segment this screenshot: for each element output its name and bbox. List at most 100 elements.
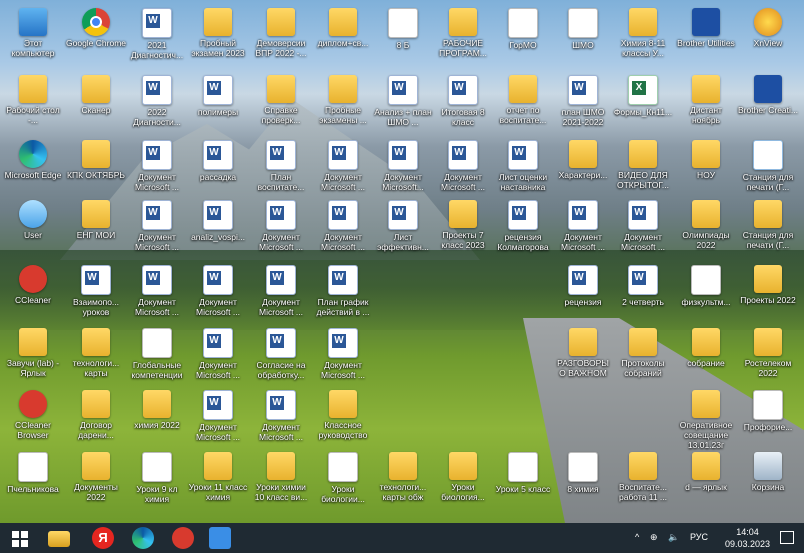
desktop-icon[interactable]: Уроки биологии... xyxy=(313,452,373,504)
desktop-icon[interactable]: Профориe... xyxy=(738,390,798,432)
desktop-icon[interactable]: Взаимопо... уроков xyxy=(66,265,126,317)
desktop-icon[interactable]: Документ Microsoft ... xyxy=(433,140,493,192)
desktop-icon[interactable]: Формы_Кн11... xyxy=(613,75,673,117)
desktop-icon[interactable]: Воспитате... работа 11 ... xyxy=(613,452,673,502)
desktop-icon[interactable]: Brother Utilities xyxy=(676,8,736,48)
desktop-icon[interactable]: НОУ xyxy=(676,140,736,180)
desktop-icon[interactable]: Документ Microsoft ... xyxy=(613,200,673,252)
desktop-icon[interactable]: User xyxy=(3,200,63,240)
desktop-icon[interactable]: Пчельникова xyxy=(3,452,63,494)
volume-icon[interactable]: 🔈 xyxy=(668,532,679,543)
desktop-icon[interactable]: CCleaner xyxy=(3,265,63,305)
desktop-icon[interactable]: собрание xyxy=(676,328,736,368)
desktop-icon[interactable]: Microsoft Edge xyxy=(3,140,63,180)
desktop-icon[interactable]: d — ярлык xyxy=(676,452,736,492)
desktop-icon[interactable]: Документ Microsoft... xyxy=(373,140,433,192)
desktop-icon[interactable]: рецензия Колмагорова xyxy=(493,200,553,252)
desktop-icon[interactable]: Уроки химии 10 класс ви... xyxy=(251,452,311,502)
desktop-icon[interactable]: ВИДЕО ДЛЯ ОТКРЫТОГ... xyxy=(613,140,673,190)
desktop-icon[interactable]: Оперативное совещание 13.01.23г xyxy=(676,390,736,450)
desktop-icon[interactable]: полимеры xyxy=(188,75,248,117)
desktop-icon[interactable]: Лист эффективн... xyxy=(373,200,433,252)
ccleaner-icon[interactable] xyxy=(172,527,194,549)
language-indicator[interactable]: РУС xyxy=(690,532,708,542)
desktop-icon[interactable]: Рабочий стол -... xyxy=(3,75,63,125)
desktop-icon[interactable]: Уроки 9 кл химия xyxy=(127,452,187,504)
desktop-icon[interactable]: Brother Creati... xyxy=(738,75,798,115)
desktop-icon[interactable]: отчет по воспитате... xyxy=(493,75,553,125)
desktop-icon[interactable]: Этот компьютер xyxy=(3,8,63,58)
desktop-icon[interactable]: Документ Microsoft ... xyxy=(553,200,613,252)
tray-chevron-icon[interactable]: ^ xyxy=(635,532,639,542)
desktop-icon[interactable]: Согласие на обработку... xyxy=(251,328,311,380)
desktop-icon[interactable]: технологи... карты xyxy=(66,328,126,378)
desktop-icon[interactable]: Документ Microsoft ... xyxy=(188,265,248,317)
desktop-icon[interactable]: Документ Microsoft ... xyxy=(127,200,187,252)
desktop-icon[interactable]: Документ Microsoft ... xyxy=(251,390,311,442)
desktop-icon[interactable]: ЕНГ МОИ xyxy=(66,200,126,240)
desktop-icon[interactable]: Уроки 5 класс xyxy=(493,452,553,494)
desktop-icon[interactable]: РАБОЧИЕ ПРОГРАМ... xyxy=(433,8,493,58)
desktop-icon[interactable]: КПК ОКТЯБРЬ xyxy=(66,140,126,180)
desktop-icon[interactable]: Итоговая 8 класс xyxy=(433,75,493,127)
desktop-icon[interactable]: Документ Microsoft ... xyxy=(188,328,248,380)
desktop-icon[interactable]: 2021 Диагностич... xyxy=(127,8,187,60)
desktop-icon[interactable]: план ШМО 2021-2022 xyxy=(553,75,613,127)
desktop-icon[interactable]: Протоколы собраний xyxy=(613,328,673,378)
desktop-icon[interactable]: Google Chrome xyxy=(66,8,126,48)
desktop-icon[interactable]: Сканер xyxy=(66,75,126,115)
desktop-icon[interactable]: Документ Microsoft ... xyxy=(127,265,187,317)
clock[interactable]: 14:04 09.03.2023 xyxy=(725,526,770,550)
desktop-icon[interactable]: План график действий в ... xyxy=(313,265,373,317)
start-button[interactable] xyxy=(10,527,32,549)
desktop-icon[interactable]: Документ Microsoft ... xyxy=(188,390,248,442)
yandex-browser-icon[interactable]: Я xyxy=(92,527,114,549)
desktop-icon[interactable]: ГорМО xyxy=(493,8,553,50)
desktop-icon[interactable]: CCleaner Browser xyxy=(3,390,63,440)
desktop-icon[interactable]: 2022 Диагности... xyxy=(127,75,187,127)
desktop-icon[interactable]: XnView xyxy=(738,8,798,48)
desktop-icon[interactable]: технологи... карты обж xyxy=(373,452,433,502)
desktop-icon[interactable]: рассадка xyxy=(188,140,248,182)
desktop-icon[interactable]: Документы 2022 xyxy=(66,452,126,502)
desktop-icon[interactable]: Дистант ноябрь xyxy=(676,75,736,125)
desktop-icon[interactable]: Анализ + план ШМО ... xyxy=(373,75,433,127)
desktop-icon[interactable]: РАЗГОВОРЫ О ВАЖНОМ xyxy=(553,328,613,378)
desktop-icon[interactable]: Корзина xyxy=(738,452,798,492)
calculator-icon[interactable] xyxy=(209,527,231,549)
desktop-icon[interactable]: analiz_vospi... xyxy=(188,200,248,242)
desktop-icon[interactable]: Уроки биология... xyxy=(433,452,493,502)
desktop-icon[interactable]: Пробный экзамен 2023 xyxy=(188,8,248,58)
desktop-icon[interactable]: диплом+св... xyxy=(313,8,373,48)
desktop-icon[interactable]: ШМО xyxy=(553,8,613,50)
file-explorer-icon[interactable] xyxy=(48,531,70,547)
desktop-icon[interactable]: Химия 8-11 классы У... xyxy=(613,8,673,58)
desktop-icon[interactable]: Пробные экзамены ... xyxy=(313,75,373,125)
desktop-icon[interactable]: физкультм... xyxy=(676,265,736,307)
desktop-icon[interactable]: Документ Microsoft ... xyxy=(127,140,187,192)
desktop-icon[interactable]: Договор дарени... xyxy=(66,390,126,440)
desktop-icon[interactable]: Ростелеком 2022 xyxy=(738,328,798,378)
desktop-icon[interactable]: 8 Б xyxy=(373,8,433,50)
desktop-icon[interactable]: План воспитате... xyxy=(251,140,311,192)
desktop-icon[interactable]: Станция для печати (Г... xyxy=(738,200,798,250)
desktop-icon[interactable]: Характери... xyxy=(553,140,613,180)
desktop-icon[interactable]: Уроки 11 класс химия xyxy=(188,452,248,502)
desktop-icon[interactable]: Глобальные компетенции xyxy=(127,328,187,380)
desktop-icon[interactable]: химия 2022 xyxy=(127,390,187,430)
network-icon[interactable]: ⊕ xyxy=(650,532,658,543)
desktop-icon[interactable]: Демоверсии ВПР 2022 -... xyxy=(251,8,311,58)
desktop-icon[interactable]: Документ Microsoft ... xyxy=(251,265,311,317)
desktop-icon[interactable]: Документ Microsoft ... xyxy=(313,328,373,380)
notification-icon[interactable] xyxy=(780,531,794,544)
desktop-icon[interactable]: Документ Microsoft ... xyxy=(251,200,311,252)
desktop-icon[interactable]: Проекты 2022 xyxy=(738,265,798,305)
desktop-icon[interactable]: Классное руководство xyxy=(313,390,373,440)
desktop-icon[interactable]: Справке проверк... xyxy=(251,75,311,125)
desktop-icon[interactable]: рецензия xyxy=(553,265,613,307)
desktop-icon[interactable]: Станция для печати (Г... xyxy=(738,140,798,192)
desktop-icon[interactable]: 2 четверть xyxy=(613,265,673,307)
desktop-icon[interactable]: Документ Microsoft ... xyxy=(313,140,373,192)
desktop-icon[interactable]: Олимпиады 2022 xyxy=(676,200,736,250)
desktop-icon[interactable]: Завучи (lab) - Ярлык xyxy=(3,328,63,378)
